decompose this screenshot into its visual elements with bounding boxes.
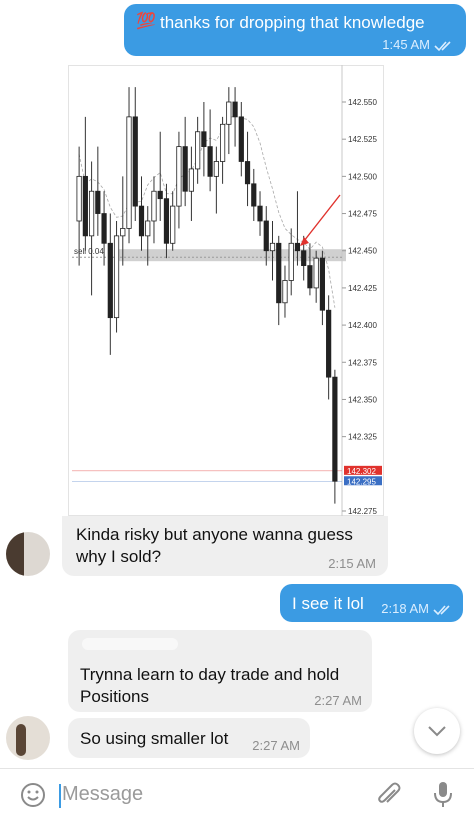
candle-body	[332, 376, 338, 482]
candle-body	[126, 116, 132, 229]
candle-body	[188, 168, 195, 192]
candle-body	[157, 190, 163, 200]
message-text: So using smaller lot	[80, 729, 229, 748]
candle-body	[301, 250, 307, 267]
sender-name-blurred	[82, 638, 178, 650]
emoji-icon[interactable]	[20, 782, 46, 813]
candle-body	[276, 242, 282, 304]
y-tick-label: 142.475	[348, 210, 377, 219]
message-input-bar: Message	[0, 768, 474, 823]
message-bubble-incoming[interactable]: Kinda risky but anyone wanna guess why I…	[62, 516, 388, 576]
message-input[interactable]: Message	[62, 783, 143, 806]
y-tick-label: 142.350	[348, 395, 377, 404]
candle-body	[319, 257, 326, 311]
candle-body	[288, 242, 294, 281]
candle-body	[213, 161, 219, 177]
avatar[interactable]	[6, 532, 50, 576]
candle-body	[326, 309, 332, 378]
message-text: I see it lol	[292, 594, 364, 613]
chevron-down-icon	[427, 724, 447, 743]
message-text: thanks for dropping that knowledge	[160, 13, 425, 32]
y-tick-label: 142.500	[348, 172, 377, 181]
candle-body	[232, 101, 238, 118]
avatar[interactable]	[6, 716, 50, 760]
scroll-down-button[interactable]	[414, 708, 460, 754]
message-bubble-outgoing[interactable]: 💯 thanks for dropping that knowledge 1:4…	[124, 4, 466, 56]
message-time: 2:15 AM	[328, 556, 376, 571]
candle-body	[201, 131, 207, 148]
message-bubble-outgoing[interactable]: I see it lol 2:18 AM	[280, 584, 463, 622]
candle-body	[101, 213, 107, 244]
candle-body	[132, 116, 138, 207]
candle-body	[269, 242, 276, 252]
chart-image[interactable]: sell 0.04 142.550 142.525 142.500 142.475 142…	[68, 65, 384, 516]
message-time: 2:27 AM	[252, 738, 300, 753]
candle-body	[207, 146, 213, 177]
y-tick-label: 142.275	[348, 507, 377, 516]
candle-body	[307, 265, 313, 289]
y-tick-label: 142.425	[348, 284, 377, 293]
double-check-icon	[433, 603, 455, 621]
candle-body	[251, 183, 257, 207]
candle-body	[151, 190, 157, 222]
candlestick-chart: sell 0.04 142.550 142.525 142.500 142.475 142…	[68, 65, 384, 516]
sell-label: sell 0.04	[74, 247, 104, 256]
candle-body	[195, 131, 201, 170]
text-caret	[59, 784, 61, 808]
candle-body	[170, 205, 176, 244]
paperclip-icon[interactable]	[376, 781, 402, 814]
candle-body	[88, 190, 95, 237]
candle-body	[238, 116, 244, 162]
y-tick-label: 142.375	[348, 358, 377, 367]
y-tick-label: 142.525	[348, 135, 377, 144]
message-time: 2:18 AM	[381, 601, 429, 616]
hundred-emoji: 💯	[136, 11, 156, 30]
candle-body	[182, 146, 188, 192]
message-bubble-incoming[interactable]: Trynna learn to day trade and hold Posit…	[68, 630, 372, 712]
candle-body	[163, 198, 170, 244]
y-tick-label: 142.550	[348, 98, 377, 107]
candle-body	[76, 175, 82, 222]
microphone-icon[interactable]	[432, 780, 454, 815]
candle-body	[107, 242, 113, 319]
y-tick-label: 142.450	[348, 247, 377, 256]
candle-body	[113, 235, 120, 319]
sell-level-band	[118, 249, 346, 262]
y-tick-label: 142.400	[348, 321, 377, 330]
candle-body	[294, 242, 301, 252]
message-bubble-incoming[interactable]: So using smaller lot 2:27 AM	[68, 718, 310, 758]
candle-body	[138, 205, 145, 237]
message-time: 1:45 AM	[382, 37, 430, 52]
double-check-icon	[434, 39, 456, 57]
candle-body	[263, 220, 269, 252]
candle-body	[282, 280, 288, 304]
candle-body	[219, 123, 226, 162]
candle-body	[95, 190, 101, 214]
message-time: 2:27 AM	[314, 693, 362, 708]
candle-body	[176, 146, 182, 207]
y-tick-label: 142.325	[348, 433, 377, 442]
candle-body	[120, 228, 126, 237]
candle-body	[226, 101, 232, 125]
candle-body	[145, 220, 151, 237]
candle-body	[82, 175, 88, 237]
price-label: 142.295	[347, 477, 376, 486]
candle-body	[313, 257, 319, 289]
price-label: 142.302	[347, 467, 376, 476]
candle-body	[257, 205, 263, 222]
candle-body	[244, 161, 251, 185]
